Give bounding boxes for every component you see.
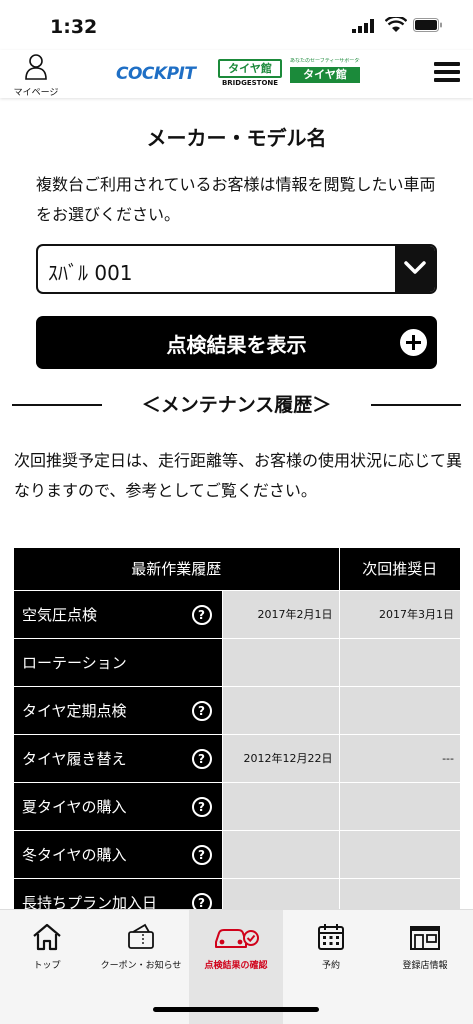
plus-circle-icon <box>400 329 427 356</box>
table-row: 空気圧点検? 2017年2月1日 2017年3月1日 <box>14 589 460 638</box>
header-latest-work: 最新作業履歴 <box>14 548 339 590</box>
tab-label: 登録店情報 <box>402 961 448 971</box>
taiyakan-logo: タイヤ館 BRIDGESTONE <box>218 59 282 89</box>
tab-label: 点検結果の確認 <box>204 961 268 971</box>
latest-work-date: 2017年2月1日 <box>221 589 339 638</box>
safety-supporter-logo: あなたのセーフティーサポーター タイヤ館 <box>290 58 360 83</box>
tab-label: 予約 <box>321 961 340 971</box>
table-row: タイヤ履き替え? 2012年12月22日 --- <box>14 733 460 782</box>
header-next-recommended: 次回推奨日 <box>338 548 460 590</box>
calendar-icon <box>318 924 344 950</box>
home-indicator <box>153 1007 319 1012</box>
safety-logo-text: タイヤ館 <box>290 67 360 83</box>
signal-icon <box>352 19 374 33</box>
work-item-name: 冬タイヤの購入? <box>14 829 222 878</box>
help-icon[interactable]: ? <box>191 844 212 865</box>
next-recommended-date <box>338 637 460 686</box>
page-title: メーカー・モデル名 <box>146 126 327 150</box>
taiyakan-logo-text: タイヤ館 <box>218 59 282 78</box>
next-recommended-date <box>338 781 460 830</box>
help-icon[interactable]: ? <box>191 700 212 721</box>
home-icon <box>33 923 61 951</box>
mypage-label: マイページ <box>13 88 59 98</box>
latest-work-date <box>221 829 339 878</box>
work-item-name: タイヤ履き替え? <box>14 733 222 782</box>
help-icon[interactable]: ? <box>191 604 212 625</box>
work-item-name: 夏タイヤの購入? <box>14 781 222 830</box>
work-item-label: タイヤ履き替え <box>22 749 127 768</box>
work-item-label: 空気圧点検 <box>22 605 98 624</box>
work-item-name: ローテーション <box>14 637 222 686</box>
chevron-down-icon[interactable] <box>395 246 435 292</box>
mypage-button[interactable]: マイページ <box>8 54 64 98</box>
show-results-label: 点検結果を表示 <box>166 333 307 357</box>
show-inspection-results-button[interactable]: 点検結果を表示 <box>36 316 437 369</box>
maintenance-history-table: 最新作業履歴 次回推奨日 空気圧点検? 2017年2月1日 2017年3月1日 ローテ… <box>14 548 460 926</box>
maintenance-history-heading: ＜メンテナンス履歴＞ <box>12 390 461 420</box>
coupon-icon <box>128 923 154 949</box>
vehicle-select-value: ｽﾊﾞﾙ 001 <box>48 261 133 285</box>
latest-work-date <box>221 781 339 830</box>
battery-icon <box>413 18 442 32</box>
store-icon <box>410 926 440 950</box>
help-icon[interactable]: ? <box>191 796 212 817</box>
latest-work-date <box>221 685 339 734</box>
vehicle-select-description: 複数台ご利用されているお客様は情報を閲覧したい車両をお選びください。 <box>36 175 436 224</box>
work-item-label: 夏タイヤの購入 <box>22 797 127 816</box>
divider-right <box>371 404 461 406</box>
work-item-label: タイヤ定期点検 <box>22 701 127 720</box>
next-recommended-date <box>338 829 460 878</box>
tab-label: トップ <box>33 961 61 971</box>
recommendation-note: 次回推奨予定日は、走行距離等、お客様の使用状況に応じて異なりますので、参考として… <box>14 451 463 500</box>
work-item-label: ローテーション <box>22 653 127 672</box>
status-time: 1:32 <box>50 16 98 38</box>
table-row: タイヤ定期点検? <box>14 685 460 734</box>
car-check-icon <box>215 929 259 948</box>
next-recommended-date: 2017年3月1日 <box>338 589 460 638</box>
latest-work-date: 2012年12月22日 <box>221 733 339 782</box>
latest-work-date <box>221 637 339 686</box>
table-row: 夏タイヤの購入? <box>14 781 460 830</box>
work-item-label: 冬タイヤの購入 <box>22 845 127 864</box>
table-row: ローテーション <box>14 637 460 686</box>
next-recommended-date <box>338 685 460 734</box>
status-bar: 1:32 <box>0 0 473 50</box>
hamburger-menu-icon[interactable] <box>434 62 460 86</box>
work-item-name: タイヤ定期点検? <box>14 685 222 734</box>
table-row: 冬タイヤの購入? <box>14 829 460 878</box>
cockpit-logo: COCKPIT <box>116 64 196 84</box>
tab-label: クーポン・お知らせ <box>100 961 182 971</box>
help-icon[interactable]: ? <box>191 748 212 769</box>
bridgestone-logo-text: BRIDGESTONE <box>221 79 279 87</box>
next-recommended-date: --- <box>338 733 460 782</box>
tab-top[interactable]: トップ <box>0 910 94 1024</box>
wifi-icon <box>385 17 407 32</box>
user-icon <box>25 54 47 80</box>
work-item-name: 空気圧点検? <box>14 589 222 638</box>
app-header: マイページ COCKPIT タイヤ館 BRIDGESTONE あなたのセーフティ… <box>0 50 473 98</box>
vehicle-select[interactable]: ｽﾊﾞﾙ 001 <box>36 244 437 294</box>
tab-store-info[interactable]: 登録店情報 <box>378 910 472 1024</box>
safety-tagline: あなたのセーフティーサポーター <box>290 58 360 64</box>
